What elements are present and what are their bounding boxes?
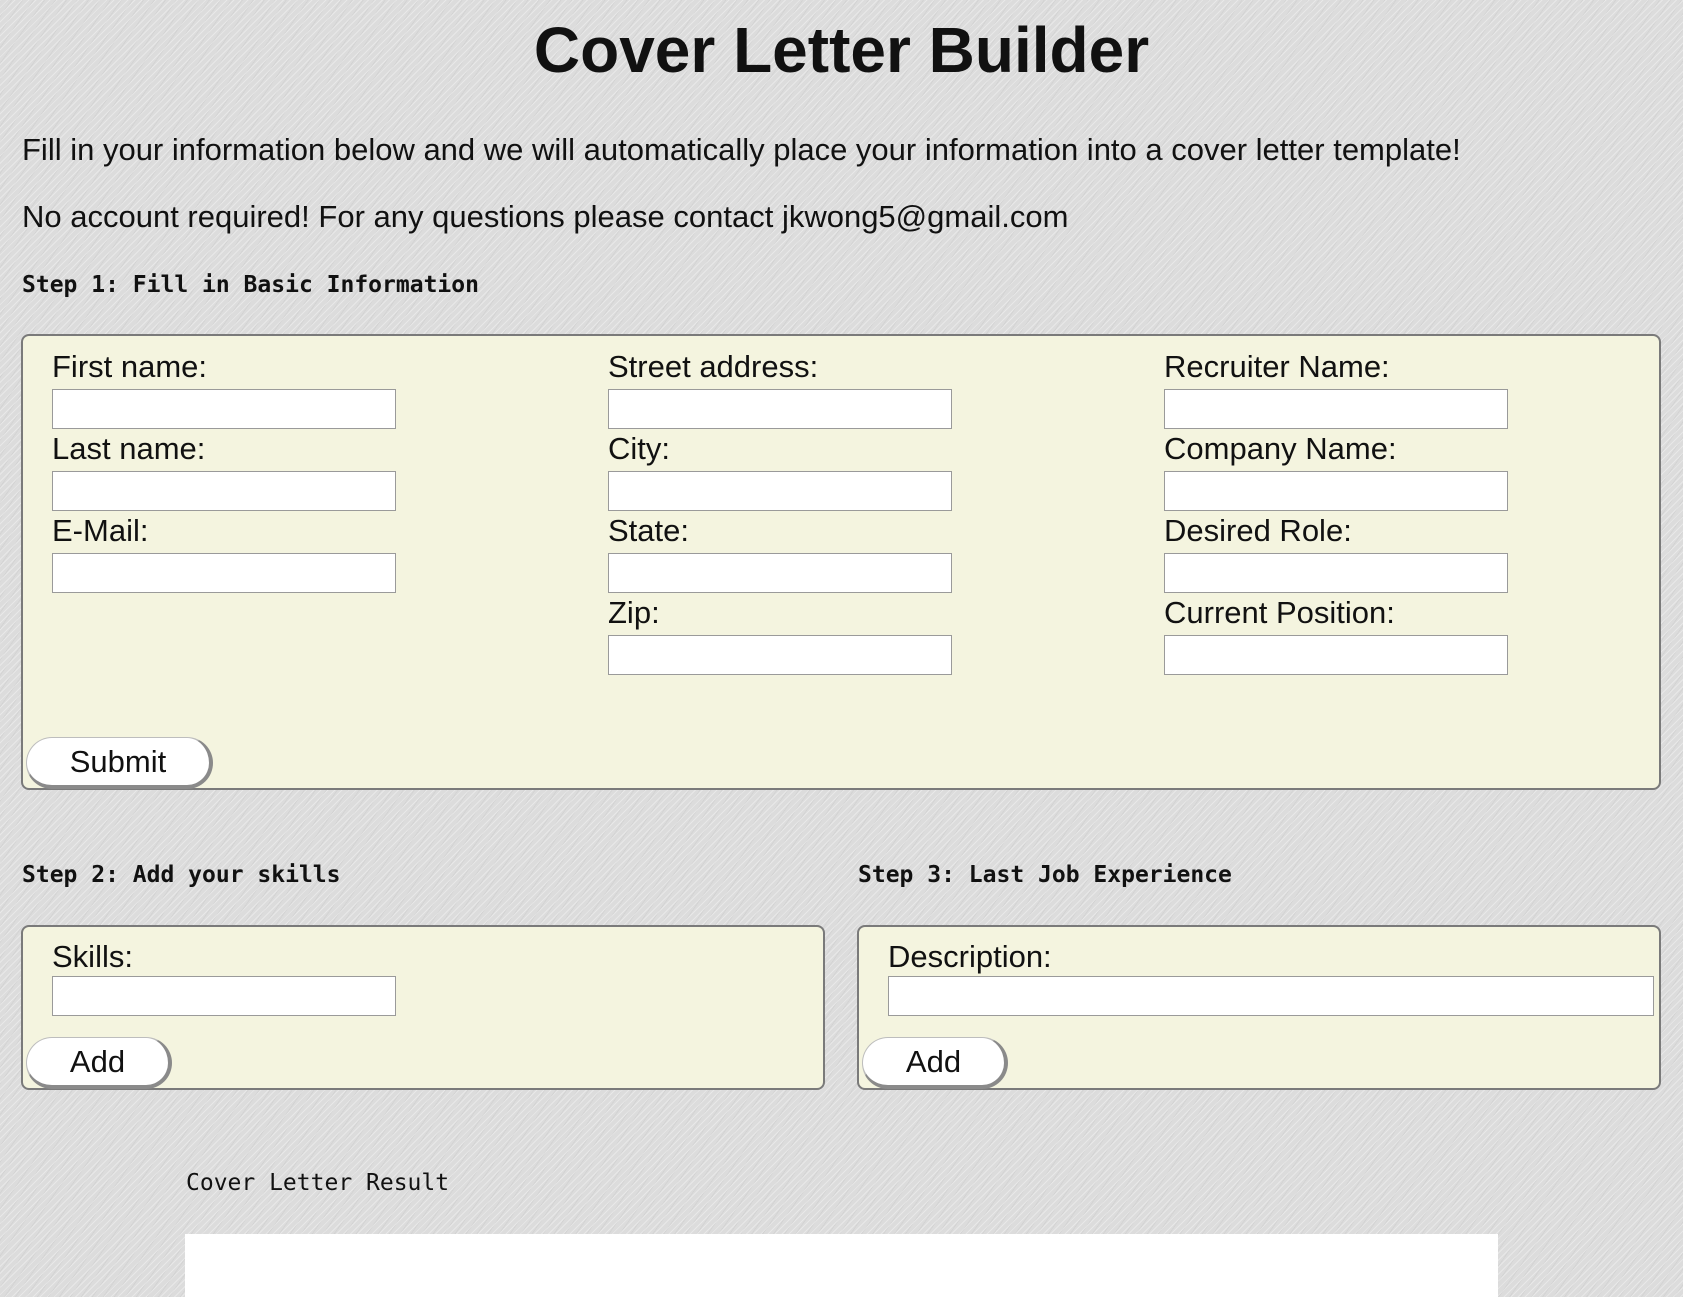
- page-title: Cover Letter Builder: [533, 14, 1150, 86]
- email-label: E-Mail:: [52, 513, 149, 548]
- recruiter-name-label: Recruiter Name:: [1164, 349, 1390, 384]
- state-label: State:: [608, 513, 689, 548]
- company-name-input[interactable]: [1164, 471, 1508, 511]
- first-name-label: First name:: [52, 349, 208, 384]
- company-name-label: Company Name:: [1164, 431, 1397, 466]
- zip-input[interactable]: [608, 635, 952, 675]
- desired-role-input[interactable]: [1164, 553, 1508, 593]
- skills-input[interactable]: [52, 976, 396, 1016]
- cover-letter-result: [185, 1234, 1498, 1297]
- submit-button[interactable]: Submit: [26, 737, 213, 789]
- current-position-label: Current Position:: [1164, 595, 1395, 630]
- add-experience-button[interactable]: Add: [862, 1037, 1008, 1089]
- city-input[interactable]: [608, 471, 952, 511]
- recruiter-name-input[interactable]: [1164, 389, 1508, 429]
- step2-heading: Step 2: Add your skills: [22, 862, 341, 888]
- basic-info-panel: First name: Last name: E-Mail: Street ad…: [21, 334, 1661, 790]
- zip-label: Zip:: [608, 595, 660, 630]
- result-heading: Cover Letter Result: [186, 1170, 450, 1196]
- street-address-input[interactable]: [608, 389, 952, 429]
- description-input[interactable]: [888, 976, 1654, 1016]
- step3-heading: Step 3: Last Job Experience: [858, 862, 1232, 888]
- skills-panel: Skills: Add: [21, 925, 825, 1090]
- first-name-input[interactable]: [52, 389, 396, 429]
- desired-role-label: Desired Role:: [1164, 513, 1352, 548]
- email-input[interactable]: [52, 553, 396, 593]
- last-name-input[interactable]: [52, 471, 396, 511]
- skills-label: Skills:: [52, 939, 133, 974]
- intro-text: Fill in your information below and we wi…: [22, 132, 1461, 167]
- add-skill-button[interactable]: Add: [26, 1037, 172, 1089]
- job-experience-panel: Description: Add: [857, 925, 1661, 1090]
- last-name-label: Last name:: [52, 431, 206, 466]
- description-label: Description:: [888, 939, 1052, 974]
- step1-heading: Step 1: Fill in Basic Information: [22, 272, 479, 298]
- street-address-label: Street address:: [608, 349, 819, 384]
- state-input[interactable]: [608, 553, 952, 593]
- city-label: City:: [608, 431, 670, 466]
- current-position-input[interactable]: [1164, 635, 1508, 675]
- contact-text: No account required! For any questions p…: [22, 199, 1069, 234]
